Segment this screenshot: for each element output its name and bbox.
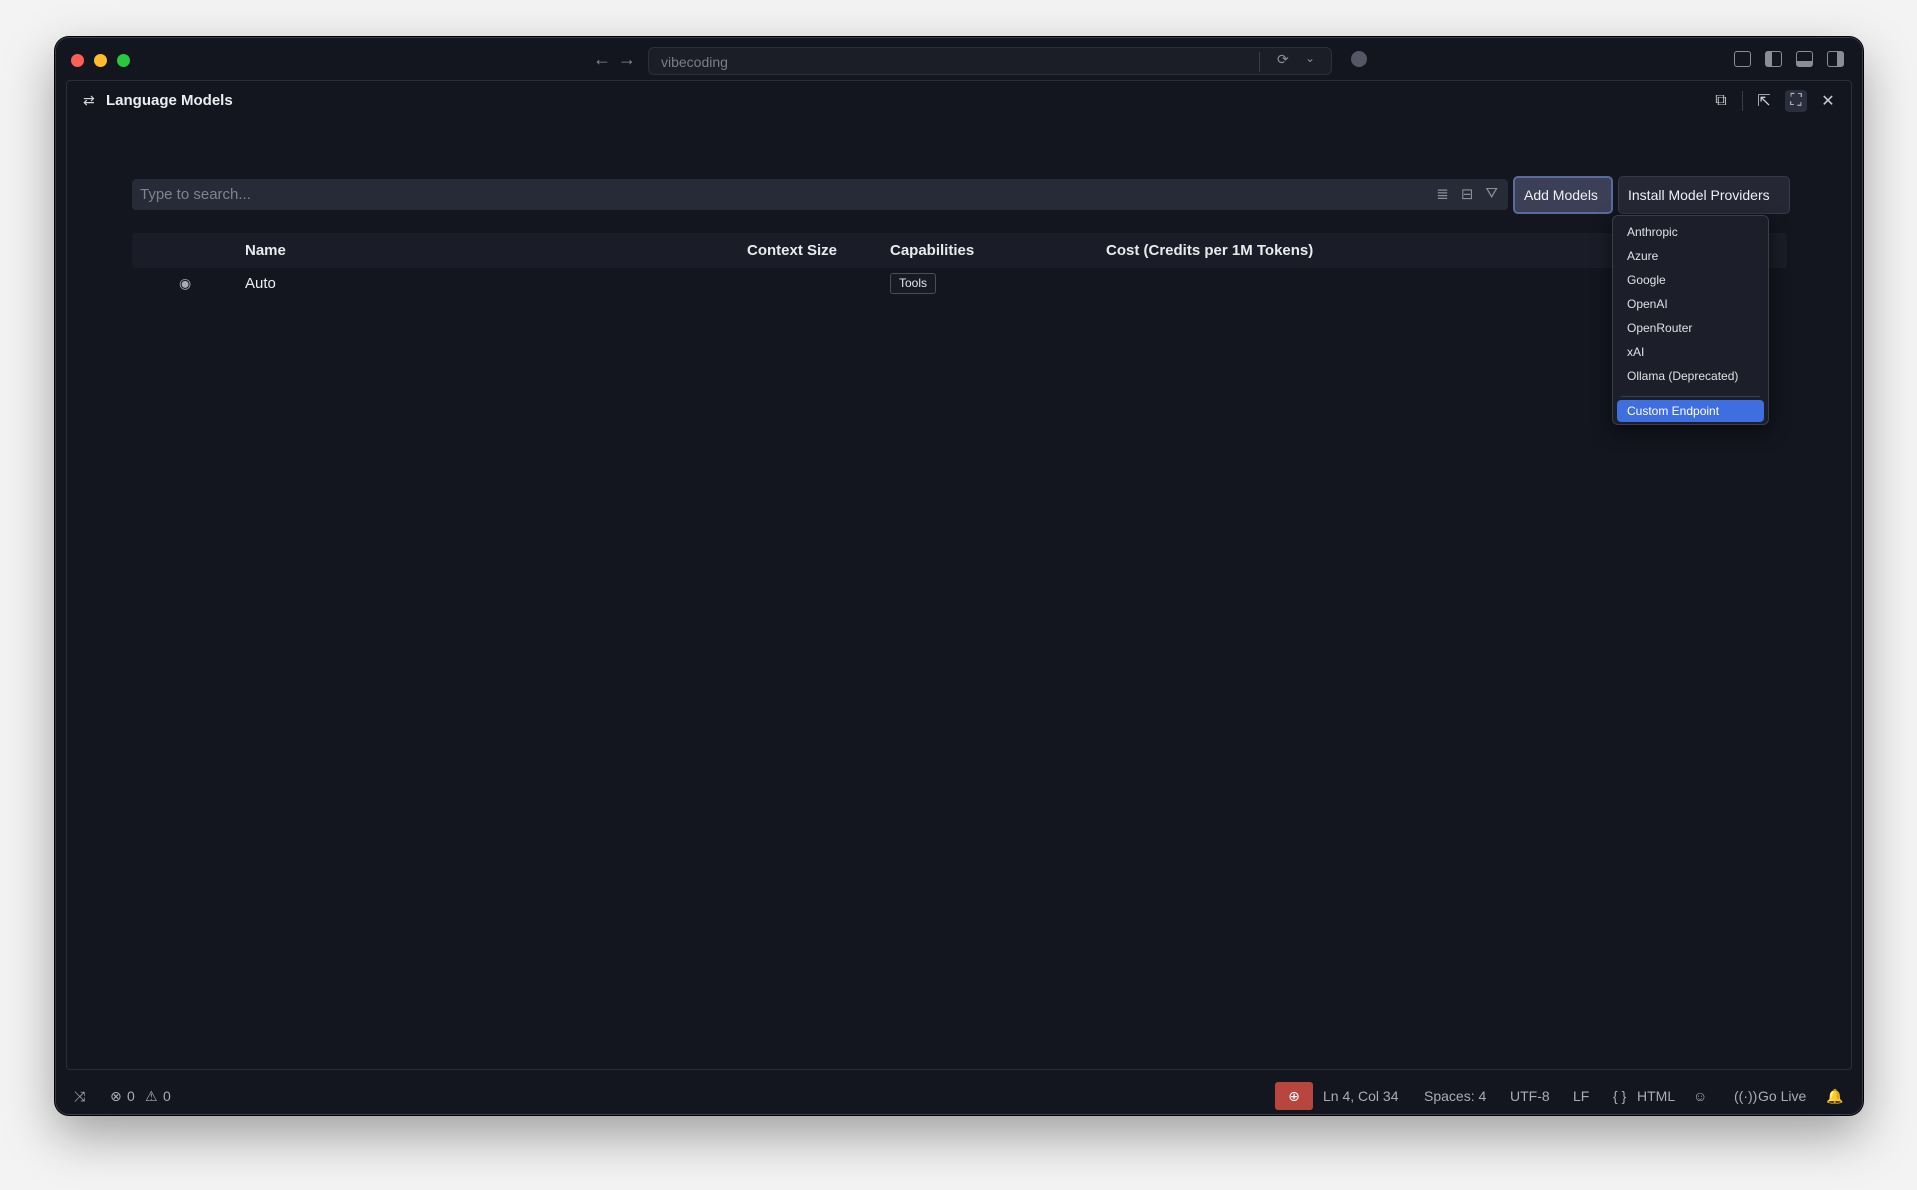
toggle-secondary-sidebar-icon[interactable] xyxy=(1827,51,1844,67)
table-header: Name Context Size Capabilities Cost (Cre… xyxy=(132,233,1787,268)
close-icon[interactable]: ✕ xyxy=(1817,90,1839,112)
column-name[interactable]: Name xyxy=(245,242,286,259)
clear-filter-icon[interactable]: ≣ xyxy=(1436,185,1449,203)
dropdown-item-anthropic[interactable]: Anthropic xyxy=(1617,221,1764,243)
providers-dropdown: Anthropic Azure Google OpenAI OpenRouter… xyxy=(1612,215,1769,425)
language-mode[interactable]: HTML xyxy=(1637,1088,1675,1104)
dropdown-item-openrouter[interactable]: OpenRouter xyxy=(1617,317,1764,339)
error-icon[interactable]: ⊗ xyxy=(110,1088,122,1105)
address-divider xyxy=(1259,52,1260,72)
layout-controls xyxy=(1734,51,1844,67)
column-cost[interactable]: Cost (Credits per 1M Tokens) xyxy=(1106,242,1313,259)
filter-icon[interactable]: ⛛ xyxy=(1485,185,1498,203)
cursor-position[interactable]: Ln 4, Col 34 xyxy=(1323,1088,1399,1104)
settings-sliders-icon: ⇄ xyxy=(83,92,95,108)
command-center[interactable]: vibecoding ⟳ ⌄ xyxy=(648,47,1332,75)
close-window-button[interactable] xyxy=(71,54,84,67)
add-models-button[interactable]: Add Models xyxy=(1513,176,1613,214)
dropdown-item-custom-endpoint[interactable]: Custom Endpoint xyxy=(1617,400,1764,422)
search-actions: ≣ ⊟ ⛛ xyxy=(1436,185,1498,203)
dropdown-item-openai[interactable]: OpenAI xyxy=(1617,293,1764,315)
search-input[interactable] xyxy=(132,179,1432,210)
notification-bell-icon[interactable]: 🔔 xyxy=(1826,1088,1843,1105)
sync-icon[interactable]: ⟳ xyxy=(1277,51,1289,68)
install-model-providers-button[interactable]: Install Model Providers xyxy=(1618,176,1790,214)
copilot-icon[interactable] xyxy=(1351,51,1367,67)
back-arrow-icon[interactable]: ← xyxy=(593,49,611,70)
eye-icon[interactable]: ◉ xyxy=(179,275,191,292)
dropdown-item-ollama[interactable]: Ollama (Deprecated) xyxy=(1617,365,1764,387)
dropdown-divider xyxy=(1621,396,1760,397)
toggle-panel-icon[interactable] xyxy=(1796,51,1813,67)
capability-chip: Tools xyxy=(890,273,937,294)
workspace-name: vibecoding xyxy=(661,54,728,70)
panel-title: Language Models xyxy=(106,92,233,109)
remote-icon[interactable]: ⤨ xyxy=(74,1088,85,1105)
customize-layout-icon[interactable] xyxy=(1734,51,1751,67)
column-capabilities[interactable]: Capabilities xyxy=(890,242,974,259)
title-bar: ← → vibecoding ⟳ ⌄ xyxy=(56,38,1862,80)
panel-actions: ⧉ ⇱ ⛶ ✕ xyxy=(1710,90,1839,112)
zoom-window-button[interactable] xyxy=(117,54,130,67)
collapse-icon[interactable]: ⊟ xyxy=(1461,185,1474,203)
status-bar: ⤨ ⊗ 0 ⚠ 0 ⊕ Ln 4, Col 34 Spaces: 4 UTF-8… xyxy=(56,1078,1862,1114)
zoom-icon[interactable]: ⊕ xyxy=(1275,1082,1313,1110)
dropdown-item-google[interactable]: Google xyxy=(1617,269,1764,291)
open-in-editor-icon[interactable]: ⇱ xyxy=(1753,90,1775,112)
forward-arrow-icon[interactable]: → xyxy=(618,49,636,70)
chevron-down-icon[interactable]: ⌄ xyxy=(1305,51,1315,65)
dropdown-item-azure[interactable]: Azure xyxy=(1617,245,1764,267)
app-window: ← → vibecoding ⟳ ⌄ ⇄ Language Models ⧉ ⇱… xyxy=(55,37,1863,1115)
end-of-line[interactable]: LF xyxy=(1573,1088,1589,1104)
minimize-window-button[interactable] xyxy=(94,54,107,67)
warning-count[interactable]: 0 xyxy=(163,1088,171,1104)
search-bar: ≣ ⊟ ⛛ xyxy=(132,179,1508,210)
copilot-status-icon[interactable]: ☺ xyxy=(1693,1088,1707,1104)
toggle-primary-sidebar-icon[interactable] xyxy=(1765,51,1782,67)
go-live-button[interactable]: Go Live xyxy=(1758,1088,1806,1104)
copy-icon[interactable]: ⧉ xyxy=(1710,90,1732,112)
language-models-panel: ⇄ Language Models ⧉ ⇱ ⛶ ✕ ≣ ⊟ ⛛ Add Mode… xyxy=(66,80,1852,1070)
maximize-icon[interactable]: ⛶ xyxy=(1785,90,1807,112)
indentation[interactable]: Spaces: 4 xyxy=(1424,1088,1486,1104)
column-context-size[interactable]: Context Size xyxy=(747,242,837,259)
braces-icon[interactable]: { } xyxy=(1613,1088,1626,1104)
warning-icon[interactable]: ⚠ xyxy=(145,1088,158,1105)
broadcast-icon[interactable]: ((·)) xyxy=(1734,1088,1757,1104)
model-name: Auto xyxy=(245,275,276,292)
encoding[interactable]: UTF-8 xyxy=(1510,1088,1550,1104)
panel-header: ⇄ Language Models ⧉ ⇱ ⛶ ✕ xyxy=(67,81,1851,121)
error-count[interactable]: 0 xyxy=(127,1088,135,1104)
actions-divider xyxy=(1742,91,1743,111)
table-row[interactable]: ◉ Auto Tools xyxy=(132,268,1787,298)
dropdown-item-xai[interactable]: xAI xyxy=(1617,341,1764,363)
